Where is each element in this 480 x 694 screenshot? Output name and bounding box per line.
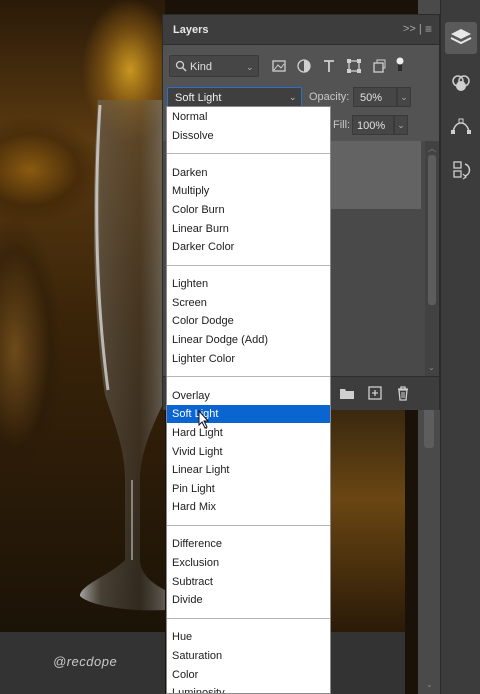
scroll-down-arrow[interactable]: ⌄	[428, 363, 435, 372]
channels-icon	[452, 75, 470, 91]
blend-menu-item[interactable]: Overlay	[167, 387, 330, 405]
chevron-down-icon: ⌄	[289, 92, 297, 102]
type-layer-filter-icon[interactable]	[321, 58, 337, 74]
right-panel-toolbar	[440, 0, 480, 694]
menu-separator	[167, 525, 330, 527]
mouse-cursor-icon	[198, 410, 210, 429]
channels-panel-button[interactable]	[445, 68, 477, 100]
blend-menu-item[interactable]: Difference	[167, 535, 330, 553]
smart-object-filter-icon[interactable]	[371, 58, 387, 74]
fill-label: Fill:	[333, 119, 351, 131]
blend-menu-item[interactable]: Lighter Color	[167, 350, 330, 368]
top-tool-button[interactable]	[445, 0, 477, 18]
filter-kind-label: Kind	[190, 61, 213, 73]
blend-menu-item[interactable]: Hue	[167, 628, 330, 646]
document-canvas	[0, 0, 165, 694]
collapse-icon[interactable]: >> |	[403, 23, 422, 35]
menu-separator	[167, 376, 330, 378]
blend-mode-menu: Normal Dissolve Darken Multiply Color Burn Li…	[166, 106, 331, 694]
blend-menu-item[interactable]: Screen	[167, 294, 330, 312]
blend-menu-item[interactable]: Color Dodge	[167, 312, 330, 330]
opacity-input[interactable]: 50%	[353, 87, 397, 107]
filter-toggle-icon[interactable]	[393, 55, 409, 71]
history-icon	[453, 161, 471, 180]
blend-menu-item[interactable]: Dissolve	[167, 127, 330, 145]
adjustment-layer-filter-icon[interactable]	[296, 58, 312, 74]
layer-list-scrollbar[interactable]: ︿ ⌄	[425, 141, 439, 376]
blend-menu-item[interactable]: Lighten	[167, 275, 330, 293]
menu-separator	[167, 618, 330, 620]
canvas-right-region	[330, 410, 405, 632]
blend-menu-item[interactable]: Hard Light	[167, 424, 330, 442]
blend-menu-item[interactable]: Darken	[167, 164, 330, 182]
blend-menu-item[interactable]: Linear Light	[167, 461, 330, 479]
menu-separator	[167, 153, 330, 155]
scroll-up-arrow[interactable]: ︿	[428, 143, 436, 154]
blend-options-row: Soft Light ⌄ Opacity: 50% ⌄	[167, 87, 437, 107]
scrollbar-thumb[interactable]	[428, 155, 436, 305]
blend-menu-item[interactable]: Color	[167, 666, 330, 684]
blend-menu-item[interactable]: Multiply	[167, 182, 330, 200]
layers-panel-header: Layers >> | ≡	[163, 15, 439, 45]
blend-menu-item[interactable]: Luminosity	[167, 684, 330, 693]
blend-menu-item[interactable]: Color Burn	[167, 201, 330, 219]
blend-menu-item[interactable]: Linear Burn	[167, 220, 330, 238]
blend-menu-item[interactable]: Soft Light	[167, 405, 330, 424]
layers-panel-button[interactable]	[445, 22, 477, 54]
shape-layer-filter-icon[interactable]	[346, 58, 362, 74]
opacity-dropdown-button[interactable]: ⌄	[397, 87, 411, 107]
search-icon	[175, 60, 187, 72]
wine-glass-image	[80, 100, 165, 611]
layer-filter-row: Kind ⌄	[169, 55, 435, 77]
blend-menu-item[interactable]: Hard Mix	[167, 498, 330, 516]
dock-scrollbar-thumb[interactable]	[424, 408, 434, 448]
history-panel-button[interactable]	[445, 154, 477, 186]
panel-menu-icon[interactable]: ≡	[425, 22, 432, 36]
paths-icon	[451, 118, 471, 134]
menu-separator	[167, 264, 330, 266]
opacity-value: 50%	[360, 92, 383, 104]
blend-menu-item[interactable]: Pin Light	[167, 480, 330, 498]
blend-menu-item[interactable]: Saturation	[167, 647, 330, 665]
paths-panel-button[interactable]	[445, 110, 477, 142]
fill-dropdown-button[interactable]: ⌄	[394, 115, 408, 135]
blend-menu-item[interactable]: Divide	[167, 591, 330, 609]
blend-menu-item[interactable]: Subtract	[167, 573, 330, 591]
chevron-down-icon: ⌄	[246, 62, 254, 72]
pixel-layer-filter-icon[interactable]	[271, 58, 287, 74]
layer-row-selected[interactable]	[331, 141, 421, 209]
canvas-right-strip	[330, 632, 405, 694]
blend-menu-item[interactable]: Vivid Light	[167, 443, 330, 461]
blend-mode-select[interactable]: Soft Light ⌄	[167, 87, 302, 107]
delete-layer-icon[interactable]	[395, 385, 411, 401]
blend-menu-item[interactable]: Darker Color	[167, 238, 330, 256]
watermark-text: @recdope	[53, 654, 118, 669]
opacity-label: Opacity:	[309, 91, 350, 103]
dock-scroll-down-arrow[interactable]: ⌄	[426, 680, 433, 689]
fill-input[interactable]: 100%	[352, 115, 394, 135]
blend-mode-value: Soft Light	[175, 92, 222, 104]
arrow-icon	[445, 0, 477, 18]
blend-menu-item[interactable]: Normal	[167, 108, 330, 126]
new-group-icon[interactable]	[339, 385, 355, 401]
filter-kind-select[interactable]: Kind ⌄	[169, 55, 259, 77]
blend-menu-item[interactable]: Exclusion	[167, 554, 330, 572]
blend-menu-item[interactable]: Linear Dodge (Add)	[167, 331, 330, 349]
layers-icon	[450, 29, 472, 45]
new-layer-icon[interactable]	[367, 385, 383, 401]
panel-title[interactable]: Layers	[173, 24, 208, 36]
fill-value: 100%	[357, 120, 386, 132]
